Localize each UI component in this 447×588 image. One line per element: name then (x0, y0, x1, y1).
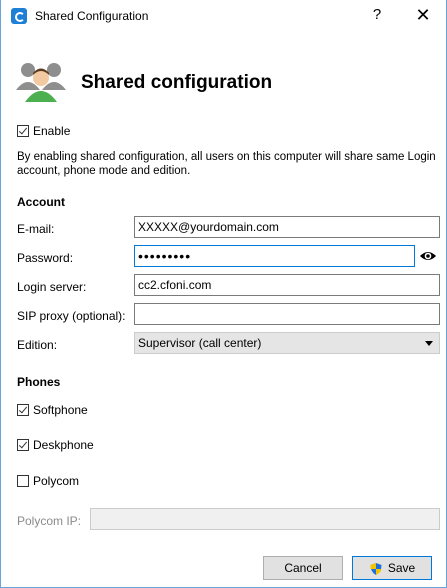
enable-checkbox[interactable] (17, 125, 29, 137)
polycom-checkbox-row[interactable]: Polycom (17, 472, 79, 490)
deskphone-checkbox[interactable] (17, 439, 29, 451)
account-section-title: Account (17, 195, 65, 209)
cancel-button[interactable]: Cancel (263, 556, 343, 580)
softphone-checkbox-row[interactable]: Softphone (17, 401, 88, 419)
help-button[interactable]: ? (367, 4, 387, 26)
window-title: Shared Configuration (35, 9, 149, 23)
uac-shield-icon (370, 562, 382, 575)
edition-select[interactable]: Supervisor (call center) (134, 332, 440, 354)
cancel-button-label: Cancel (284, 561, 322, 575)
enable-checkbox-row[interactable]: Enable (17, 122, 70, 140)
edition-label: Edition: (17, 338, 58, 352)
dialog-heading: Shared configuration (81, 72, 273, 93)
chevron-down-icon (425, 341, 433, 346)
deskphone-label: Deskphone (33, 438, 94, 452)
phones-section-title: Phones (17, 375, 61, 389)
sip-proxy-field[interactable] (134, 303, 440, 325)
description-text: By enabling shared configuration, all us… (17, 151, 436, 177)
close-button[interactable]: ✕ (411, 4, 435, 26)
softphone-checkbox[interactable] (17, 404, 29, 416)
login-server-field[interactable]: cc2.cfoni.com (134, 274, 440, 296)
app-icon (11, 8, 27, 24)
enable-label: Enable (33, 124, 71, 138)
title-bar: Shared Configuration ? ✕ (1, 0, 447, 31)
polycom-label: Polycom (33, 474, 80, 488)
email-label: E-mail: (17, 222, 55, 236)
softphone-label: Softphone (33, 403, 88, 417)
users-icon (16, 63, 66, 102)
password-label: Password: (17, 251, 74, 265)
deskphone-checkbox-row[interactable]: Deskphone (17, 436, 94, 454)
dialog-window: Shared Configuration ? ✕ Shared configur… (0, 0, 447, 588)
show-password-eye-icon[interactable] (419, 250, 437, 262)
edition-selected-value: Supervisor (call center) (138, 336, 262, 350)
save-button[interactable]: Save (352, 556, 432, 580)
polycom-ip-label: Polycom IP: (17, 514, 82, 528)
polycom-checkbox[interactable] (17, 475, 29, 487)
polycom-ip-field[interactable] (90, 508, 440, 530)
save-button-label: Save (387, 561, 416, 575)
password-field[interactable]: ••••••••• (134, 245, 415, 267)
sip-proxy-label: SIP proxy (optional): (17, 309, 126, 323)
email-field[interactable]: XXXXX@yourdomain.com (134, 216, 440, 238)
login-server-label: Login server: (17, 280, 87, 294)
